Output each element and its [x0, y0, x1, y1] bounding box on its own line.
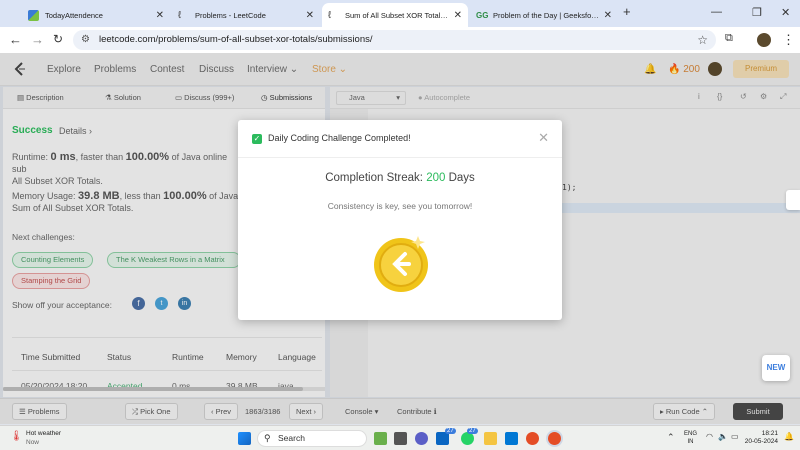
url-text: leetcode.com/problems/sum-of-all-subset-… — [99, 34, 373, 45]
reload-icon[interactable]: ↻ — [53, 32, 63, 46]
kebab-menu-icon[interactable]: ⋮ — [782, 32, 795, 48]
taskbar-search[interactable]: ⚲ Search — [257, 430, 367, 447]
tab-title: TodayAttendence — [45, 10, 103, 20]
search-icon: ⚲ — [264, 433, 271, 443]
tab-geeksforgeeks[interactable]: GG Problem of the Day | GeeksforGee ✕ — [470, 3, 618, 27]
extensions-icon[interactable]: ⧉ — [725, 32, 733, 45]
new-feature-button[interactable]: NEW — [762, 355, 790, 381]
tab-title: Problem of the Day | GeeksforGee — [493, 10, 600, 20]
tab-problems-leetcode[interactable]: ℓ Problems - LeetCode ✕ — [172, 3, 320, 27]
volume-icon[interactable]: 🔈 — [718, 432, 728, 441]
wifi-icon[interactable]: ◠ — [706, 432, 713, 441]
leetcode-favicon-icon: ℓ — [178, 9, 182, 21]
tab-title: Problems - LeetCode — [195, 10, 266, 20]
notifications-bell-icon[interactable]: 🔔 — [784, 432, 794, 441]
close-icon[interactable]: ✕ — [454, 10, 462, 21]
tray-chevron-icon[interactable]: ⌃ — [667, 432, 675, 443]
bookmark-star-icon[interactable]: ☆ — [697, 30, 708, 50]
window-close-button[interactable]: ✕ — [781, 6, 790, 19]
app-icon[interactable] — [374, 432, 387, 445]
leetcode-favicon-icon: ℓ — [328, 9, 332, 21]
tab-sum-subset-xor[interactable]: ℓ Sum of All Subset XOR Totals - Lee ✕ — [322, 3, 468, 27]
sheet-favicon-icon — [28, 9, 39, 21]
completion-streak: Completion Streak: 200 Days — [325, 172, 475, 184]
tab-today-attendence[interactable]: TodayAttendence ✕ — [22, 3, 170, 27]
clock[interactable]: 18:21 20-05-2024 — [744, 430, 778, 446]
tab-title: Sum of All Subset XOR Totals - Lee — [345, 10, 450, 20]
notification-badge: 27 — [467, 428, 478, 434]
language-indicator[interactable]: ENG IN — [684, 430, 697, 446]
back-arrow-icon[interactable]: ← — [9, 32, 22, 47]
chrome-icon[interactable] — [526, 432, 539, 445]
profile-avatar[interactable] — [757, 33, 771, 47]
modal-message: Consistency is key, see you tomorrow! — [327, 201, 473, 211]
browser-tab-bar: TodayAttendence ✕ ℓ Problems - LeetCode … — [0, 0, 800, 27]
chrome-active-icon[interactable] — [548, 432, 561, 445]
url-input[interactable]: ⚙ leetcode.com/problems/sum-of-all-subse… — [73, 30, 716, 50]
gfg-favicon-icon: GG — [476, 10, 489, 20]
close-icon[interactable]: ✕ — [306, 10, 314, 21]
close-icon[interactable]: ✕ — [604, 10, 612, 21]
new-tab-button[interactable]: + — [623, 4, 631, 19]
windows-start-icon[interactable] — [238, 432, 251, 445]
weather-subtitle: Now — [26, 439, 40, 446]
leetcode-coin-icon — [374, 236, 428, 292]
weather-title[interactable]: Hot weather — [26, 430, 61, 437]
check-icon: ✓ — [252, 134, 262, 144]
forward-arrow-icon[interactable]: → — [31, 32, 44, 47]
task-view-icon[interactable] — [394, 432, 407, 445]
site-info-icon[interactable]: ⚙ — [81, 30, 90, 50]
chat-icon[interactable] — [415, 432, 428, 445]
modal-close-button[interactable]: ✕ — [538, 130, 549, 146]
weather-icon[interactable]: 🌡 — [10, 431, 23, 442]
modal-header: ✓ Daily Coding Challenge Completed! ✕ — [238, 120, 562, 158]
battery-icon[interactable]: ▭ — [731, 432, 739, 441]
close-icon[interactable]: ✕ — [156, 10, 164, 21]
store-icon[interactable] — [505, 432, 518, 445]
restore-button[interactable]: ❐ — [752, 6, 762, 19]
side-panel-toggle[interactable] — [786, 190, 800, 210]
minimize-button[interactable]: — — [711, 6, 722, 18]
daily-challenge-modal: ✓ Daily Coding Challenge Completed! ✕ Co… — [238, 120, 562, 320]
windows-taskbar: 🌡 Hot weather Now ⚲ Search 27 27 ⌃ ENG IN… — [0, 425, 800, 450]
address-bar-row: ← → ↻ ⚙ leetcode.com/problems/sum-of-all… — [0, 27, 800, 53]
modal-title: Daily Coding Challenge Completed! — [268, 133, 411, 143]
notification-badge: 27 — [445, 428, 456, 434]
file-explorer-icon[interactable] — [484, 432, 497, 445]
